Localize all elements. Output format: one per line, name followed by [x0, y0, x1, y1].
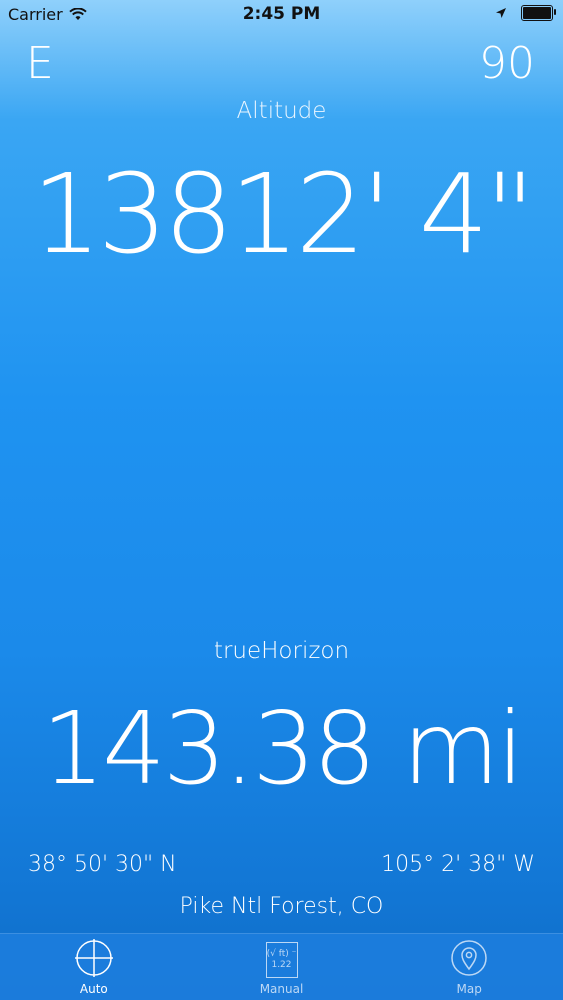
latitude: 38° 50' 30" N: [28, 852, 177, 877]
tab-manual[interactable]: (√ ft) ⁻ 1.22 Manual: [188, 934, 376, 1000]
manual-icon-top: (√ ft) ⁻: [266, 949, 297, 959]
heading-direction: E: [26, 38, 55, 89]
manual-sqrt-icon: (√ ft) ⁻ 1.22: [265, 942, 298, 978]
longitude: 105° 2' 38" W: [381, 852, 535, 877]
heading-degrees: 90: [479, 38, 535, 89]
horizon-label: trueHorizon: [213, 638, 350, 664]
crosshair-icon: [74, 938, 114, 978]
tab-map-label: Map: [456, 982, 482, 996]
status-bar: Carrier 2:45 PM: [0, 0, 563, 30]
battery-icon: [521, 5, 556, 21]
tab-auto[interactable]: Auto: [0, 934, 188, 1000]
manual-icon-bottom: 1.22: [271, 960, 292, 970]
place-name: Pike Ntl Forest, CO: [179, 894, 384, 919]
status-right: [495, 5, 556, 21]
altitude-label: Altitude: [236, 98, 327, 124]
horizon-value: 143.38 mi: [41, 690, 525, 807]
tab-map[interactable]: Map: [375, 934, 563, 1000]
tab-bar: Auto (√ ft) ⁻ 1.22 Manual Map: [0, 933, 563, 1000]
status-time: 2:45 PM: [242, 4, 321, 24]
location-arrow-icon: [495, 7, 507, 19]
altitude-value: 13812' 4": [31, 150, 536, 278]
tab-manual-label: Manual: [259, 982, 304, 996]
map-pin-icon: [449, 938, 489, 978]
tab-auto-label: Auto: [79, 982, 108, 996]
